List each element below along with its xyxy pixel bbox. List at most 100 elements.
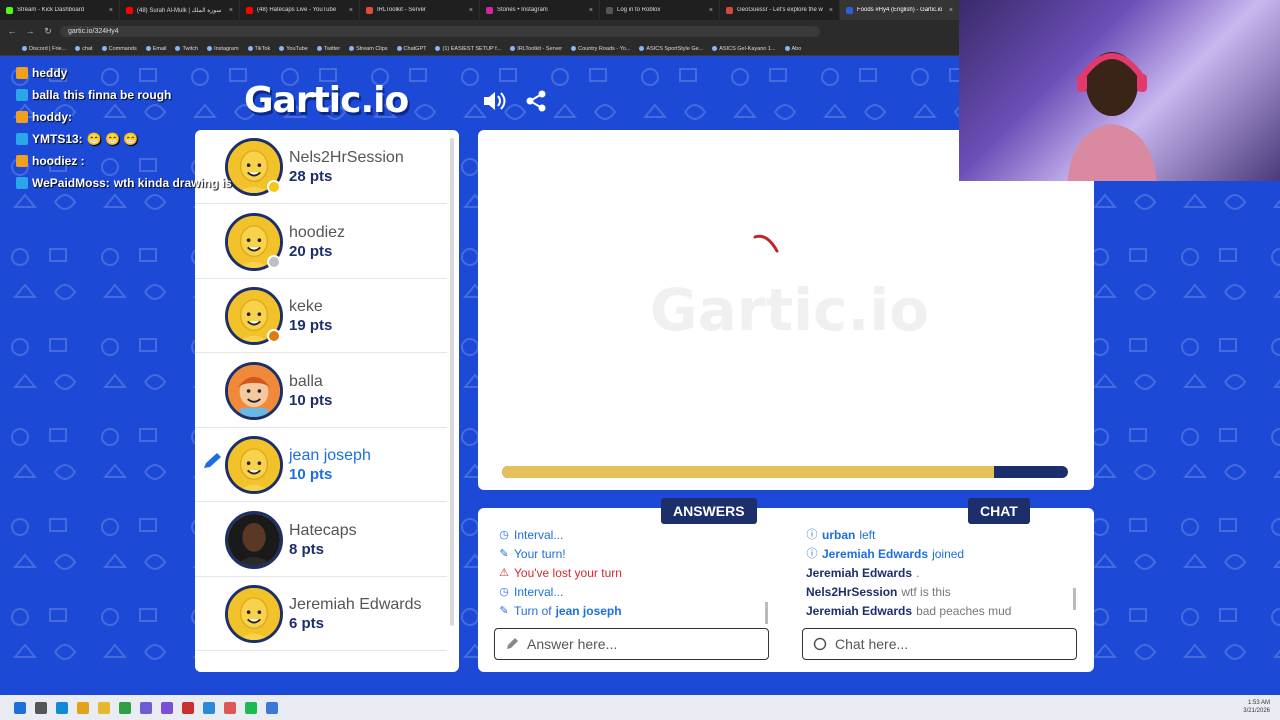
bookmark-item[interactable]: TikTok xyxy=(247,46,270,52)
spotify-icon[interactable] xyxy=(245,701,257,714)
bookmark-item[interactable]: YouTube xyxy=(279,46,308,52)
bookmark-icon xyxy=(247,46,253,51)
info-icon: ⓘ xyxy=(806,548,818,560)
bookmark-item[interactable]: Twitch xyxy=(175,46,198,52)
browser-tab[interactable]: (48) Hatecaps Live - YouTube × xyxy=(240,0,360,20)
chat-input[interactable]: Chat here... xyxy=(802,628,1077,660)
bookmark-icon xyxy=(571,46,577,51)
bookmark-item[interactable]: Commands xyxy=(101,46,137,52)
chat-scrollbar[interactable] xyxy=(1073,588,1076,610)
browser-tab[interactable]: GeoGuessr - Let's explore the w × xyxy=(720,0,840,20)
app-icon[interactable] xyxy=(119,701,131,714)
clock-date: 3/21/2026 xyxy=(1243,708,1270,714)
chat-message-text: bad peaches mud xyxy=(916,604,1012,618)
bookmark-item[interactable]: Country Roads - Yo... xyxy=(571,46,630,52)
share-icon[interactable] xyxy=(525,90,547,117)
url-field[interactable]: gartic.io/324Hy4 xyxy=(60,25,820,37)
round-timer-fill xyxy=(502,466,995,478)
chat-user: Jeremiah Edwards xyxy=(806,604,913,618)
answers-scrollbar[interactable] xyxy=(765,602,768,624)
answer-message-text: Interval... xyxy=(514,528,564,542)
round-timer-bar xyxy=(502,466,1068,478)
browser-tab[interactable]: Stories • Instagram × xyxy=(480,0,600,20)
bookmark-item[interactable]: Stream Clips xyxy=(349,46,388,52)
close-tab-icon[interactable]: × xyxy=(709,7,713,14)
rank-badge xyxy=(267,329,281,343)
app-icon[interactable] xyxy=(182,701,194,714)
chat-badge-icon xyxy=(16,111,28,123)
chrome-icon[interactable] xyxy=(77,701,89,714)
player-row[interactable]: balla 10 pts xyxy=(195,354,447,428)
answers-panel: ANSWERS ◷ Interval... ✎ Your turn! ⚠ You've l… xyxy=(478,498,786,672)
bookmark-icon xyxy=(510,46,516,51)
tab-favicon-icon xyxy=(6,6,13,14)
bookmark-item[interactable]: Abo xyxy=(784,46,801,52)
player-row[interactable]: keke 19 pts xyxy=(195,279,447,353)
bookmark-item[interactable]: ChatGPT xyxy=(396,46,426,52)
bookmark-item[interactable]: ASICS SportStyle Ge... xyxy=(639,46,703,52)
browser-tab[interactable]: Log in to Roblox × xyxy=(600,0,720,20)
tab-favicon-icon xyxy=(846,6,853,14)
bookmark-item[interactable]: chat xyxy=(75,46,93,52)
bookmark-item[interactable]: IRLToolkit - Server xyxy=(510,46,562,52)
player-name: Nels2HrSession xyxy=(289,149,404,166)
close-tab-icon[interactable]: × xyxy=(229,7,233,14)
system-clock[interactable]: 1:53 AM 3/21/2026 xyxy=(1243,699,1270,715)
player-row[interactable]: Hatecaps 8 pts xyxy=(195,503,447,577)
chat-message: ⓘ Jeremiah Edwards joined xyxy=(806,545,1076,564)
player-list-scrollbar[interactable] xyxy=(450,138,454,626)
reload-icon[interactable]: ↻ xyxy=(42,26,54,37)
player-row[interactable]: hoodiez 20 pts xyxy=(195,205,447,279)
bookmark-item[interactable]: Discord | Frie... xyxy=(22,46,66,52)
player-row[interactable]: jean joseph 10 pts xyxy=(195,428,447,502)
app-icon[interactable] xyxy=(224,701,236,714)
back-icon[interactable]: ← xyxy=(6,26,18,36)
windows-start-icon[interactable] xyxy=(14,701,26,714)
bookmarks-bar: Discord | Frie... chat Commands Email Twitch… xyxy=(0,42,960,56)
close-tab-icon[interactable]: × xyxy=(589,7,593,14)
app-icon[interactable] xyxy=(161,701,173,714)
bookmark-icon xyxy=(784,46,790,51)
stream-chat-text: wth kinda drawing is xyxy=(113,176,232,190)
browser-tab[interactable]: Foods #Hy4 (English) - Gartic.io × xyxy=(840,0,960,20)
stream-chat-text: this finna be rough xyxy=(63,88,172,102)
stream-chat-user: hoodiez : xyxy=(32,154,85,168)
task-view-icon[interactable] xyxy=(35,701,47,714)
bookmark-item[interactable]: Instagram xyxy=(207,45,239,52)
forward-icon[interactable]: → xyxy=(24,26,36,36)
bookmark-item[interactable]: (1) EASIEST SETUP f... xyxy=(435,46,501,52)
bookmark-label: Instagram xyxy=(214,45,239,52)
browser-tab[interactable]: (48) Surah Al-Mulk | سورة الملك × xyxy=(120,0,240,20)
answer-message: ⚠ You've lost your turn xyxy=(498,564,768,583)
chat-badge-icon xyxy=(16,89,28,101)
browser-tab[interactable]: IRLToolkit - Server × xyxy=(360,0,480,20)
tab-title: Log in to Roblox xyxy=(617,7,661,13)
info-icon: ⓘ xyxy=(806,529,818,541)
close-tab-icon[interactable]: × xyxy=(829,7,833,14)
browser-tab[interactable]: Stream - Kick Dashboard × xyxy=(0,0,120,20)
player-row[interactable]: Jeremiah Edwards 6 pts xyxy=(195,577,447,651)
close-tab-icon[interactable]: × xyxy=(949,7,953,14)
edge-icon[interactable] xyxy=(56,701,68,714)
player-avatar xyxy=(225,510,283,569)
answer-message: ◷ Interval... xyxy=(498,526,768,545)
bookmark-item[interactable]: Email xyxy=(145,46,166,52)
bookmark-label: ASICS Gel-Kayano 1... xyxy=(719,45,776,52)
app-icon[interactable] xyxy=(203,701,215,714)
close-tab-icon[interactable]: × xyxy=(469,7,473,14)
stream-chat-user: WePaidMoss: xyxy=(32,176,110,190)
file-explorer-icon[interactable] xyxy=(98,701,110,714)
tab-title: IRLToolkit - Server xyxy=(377,7,426,13)
tab-title: GeoGuessr - Let's explore the w xyxy=(737,7,823,13)
bookmark-item[interactable]: Twitter xyxy=(316,46,340,52)
app-icon[interactable] xyxy=(266,701,278,714)
close-tab-icon[interactable]: × xyxy=(349,7,353,14)
pencil-icon: ✎ xyxy=(499,548,509,560)
app-icon[interactable] xyxy=(140,701,152,714)
player-points: 28 pts xyxy=(289,168,333,185)
bookmark-item[interactable]: ASICS Gel-Kayano 1... xyxy=(712,45,776,52)
close-tab-icon[interactable]: × xyxy=(109,7,113,14)
answer-input[interactable]: Answer here... xyxy=(494,628,769,660)
webcam-feed xyxy=(959,0,1280,181)
sound-toggle-icon[interactable] xyxy=(482,90,508,118)
